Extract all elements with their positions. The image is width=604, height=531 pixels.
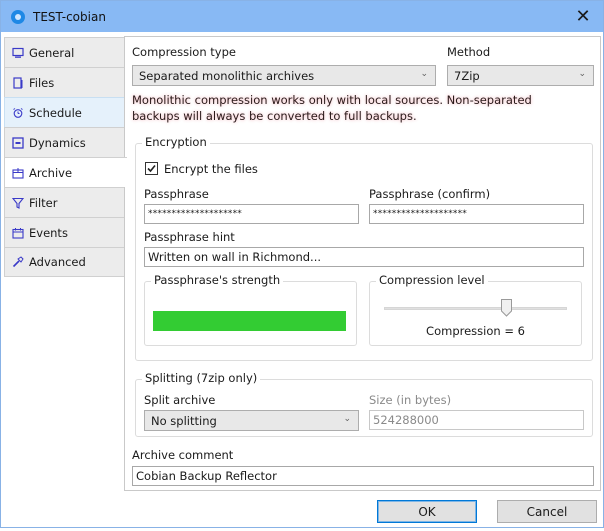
compression-type-select[interactable]: Separated monolithic archives ⌄ — [132, 65, 436, 86]
tab-label: Filter — [29, 195, 58, 210]
tab-filter[interactable]: Filter — [4, 187, 125, 217]
passphrase-confirm-value: ******************** — [373, 209, 467, 219]
split-size-input[interactable]: 524288000 — [369, 410, 584, 430]
close-icon: ✕ — [575, 6, 591, 27]
compression-level-slider-thumb[interactable] — [500, 299, 512, 317]
passphrase-hint-label: Passphrase hint — [144, 230, 235, 244]
passphrase-strength-group: Passphrase's strength — [144, 273, 357, 346]
archive-comment-input[interactable]: Cobian Backup Reflector — [132, 466, 594, 486]
compression-level-group: Compression level Compression = 6 — [369, 273, 582, 346]
tab-dynamics[interactable]: Dynamics — [4, 127, 125, 157]
funnel-icon — [12, 197, 24, 209]
chevron-down-icon: ⌄ — [578, 69, 586, 79]
compression-type-label: Compression type — [132, 45, 236, 59]
split-size-value: 524288000 — [373, 413, 439, 427]
compression-type-value: Separated monolithic archives — [139, 68, 315, 83]
app-icon — [11, 9, 25, 24]
method-select[interactable]: 7Zip ⌄ — [447, 65, 594, 86]
alarm-clock-icon — [12, 107, 24, 119]
tab-general[interactable]: General — [4, 37, 125, 67]
encryption-group: Encryption Encrypt the files Passphrase … — [135, 135, 593, 361]
tab-label: General — [29, 45, 75, 60]
passphrase-strength-fill — [153, 311, 346, 331]
tab-label: Schedule — [29, 105, 82, 120]
compression-level-readout: Compression = 6 — [426, 324, 525, 338]
passphrase-input[interactable]: ******************** — [144, 204, 359, 224]
files-icon — [12, 76, 24, 89]
tab-events[interactable]: Events — [4, 217, 125, 247]
chevron-down-icon: ⌄ — [343, 414, 351, 424]
passphrase-confirm-input[interactable]: ******************** — [369, 204, 584, 224]
passphrase-label: Passphrase — [144, 187, 209, 201]
compression-level-slider[interactable] — [384, 307, 567, 310]
passphrase-hint-value: Written on wall in Richmond... — [148, 250, 322, 264]
tab-label: Files — [29, 75, 55, 90]
dialog-window: TEST-cobian ✕ General Files Schedule Dyn… — [0, 0, 604, 528]
archive-comment-label: Archive comment — [132, 448, 234, 462]
method-label: Method — [447, 45, 491, 59]
close-button[interactable]: ✕ — [563, 1, 603, 32]
dynamics-icon — [12, 136, 24, 149]
archive-panel: Compression type Separated monolithic ar… — [124, 36, 601, 491]
encrypt-files-label: Encrypt the files — [164, 162, 258, 176]
archive-box-icon — [12, 167, 24, 179]
sidebar-tabs: General Files Schedule Dynamics Archive — [4, 37, 127, 277]
tab-label: Advanced — [29, 255, 86, 269]
wrench-icon — [12, 256, 24, 268]
archive-comment-value: Cobian Backup Reflector — [136, 469, 277, 483]
monolithic-warning: Monolithic compression works only with l… — [132, 93, 532, 123]
passphrase-value: ******************** — [148, 209, 242, 219]
cancel-button[interactable]: Cancel — [497, 500, 597, 523]
title-bar[interactable]: TEST-cobian ✕ — [1, 1, 603, 32]
tab-archive[interactable]: Archive — [4, 157, 127, 187]
split-archive-value: No splitting — [151, 413, 217, 428]
splitting-group: Splitting (7zip only) Split archive No s… — [135, 371, 593, 437]
split-archive-select[interactable]: No splitting ⌄ — [144, 410, 359, 431]
encryption-group-title: Encryption — [142, 135, 210, 149]
encrypt-files-checkbox[interactable] — [145, 162, 158, 175]
passphrase-strength-title: Passphrase's strength — [151, 273, 284, 287]
tab-label: Events — [29, 225, 68, 240]
split-archive-label: Split archive — [144, 393, 216, 407]
tab-advanced[interactable]: Advanced — [4, 247, 125, 277]
splitting-group-title: Splitting (7zip only) — [142, 371, 261, 385]
chevron-down-icon: ⌄ — [420, 69, 428, 79]
passphrase-hint-input[interactable]: Written on wall in Richmond... — [144, 247, 584, 267]
passphrase-confirm-label: Passphrase (confirm) — [369, 187, 491, 201]
calendar-icon — [12, 227, 24, 239]
method-value: 7Zip — [454, 68, 480, 83]
window-title: TEST-cobian — [33, 9, 106, 24]
checkmark-icon — [147, 164, 156, 173]
passphrase-strength-bar — [153, 311, 346, 331]
tab-label: Archive — [29, 165, 73, 180]
tab-schedule[interactable]: Schedule — [4, 97, 125, 127]
monitor-icon — [12, 47, 24, 59]
tab-label: Dynamics — [29, 135, 86, 150]
tab-files[interactable]: Files — [4, 67, 125, 97]
compression-level-title: Compression level — [376, 273, 488, 287]
split-size-label: Size (in bytes) — [369, 393, 452, 407]
ok-button[interactable]: OK — [377, 500, 477, 523]
